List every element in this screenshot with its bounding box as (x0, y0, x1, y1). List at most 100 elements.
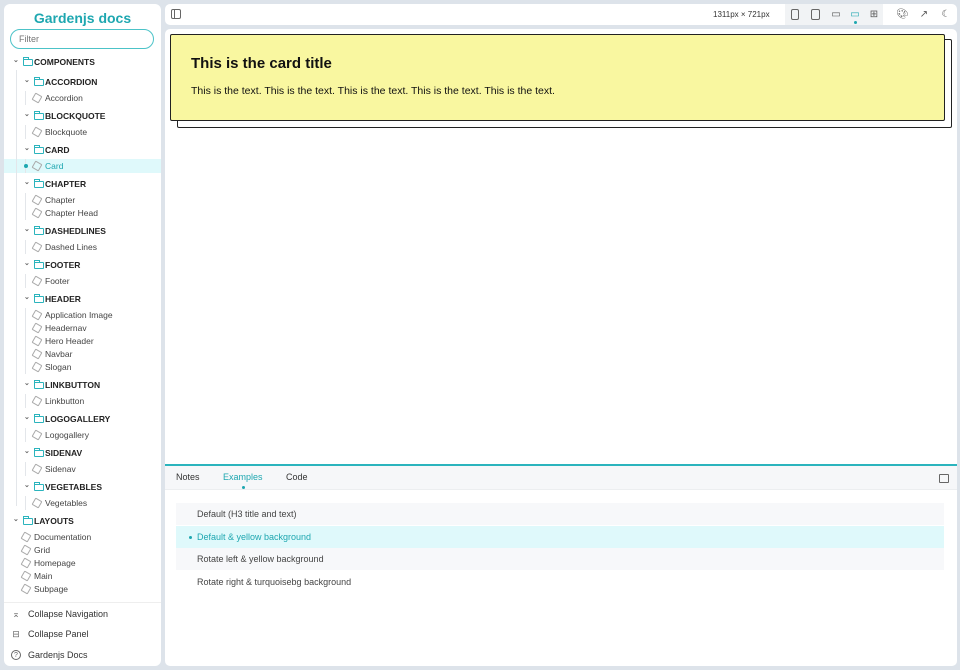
chevron-down-icon[interactable]: ⌄ (13, 515, 19, 523)
nav-folder[interactable]: ⌄ LOGOGALLERY (4, 412, 161, 426)
nav-item[interactable]: Slogan (4, 360, 161, 374)
nav-item[interactable]: Main (4, 569, 161, 583)
nav-label: Vegetables (45, 498, 88, 508)
folder-icon (23, 57, 33, 66)
app-title[interactable]: Gardenjs docs (4, 10, 161, 26)
nav-folder[interactable]: ⌄ HEADER (4, 292, 161, 306)
tab-examples[interactable]: Examples (223, 472, 263, 489)
component-icon (31, 395, 43, 407)
nav-label: Documentation (34, 532, 92, 542)
laptop-viewport-icon[interactable]: ▭ (830, 9, 842, 20)
tablet-viewport-icon[interactable] (811, 9, 820, 20)
full-viewport-icon[interactable]: ⊞ (868, 9, 880, 20)
nav-folder[interactable]: ⌄ BLOCKQUOTE (4, 109, 161, 123)
chevron-down-icon[interactable]: ⌄ (24, 76, 30, 84)
tree-guide (25, 334, 26, 348)
chevron-down-icon[interactable]: ⌄ (24, 293, 30, 301)
nav-folder[interactable]: ⌄ ACCORDION (4, 75, 161, 89)
tree-guide (25, 206, 26, 220)
nav-item[interactable]: Application Image (4, 308, 161, 322)
desktop-viewport-icon[interactable]: ▭ (849, 9, 861, 20)
nav-item[interactable]: Subpage (4, 582, 161, 596)
chevron-down-icon[interactable]: ⌄ (24, 178, 30, 186)
nav-item[interactable]: Vegetables (4, 496, 161, 510)
nav-item[interactable]: Chapter (4, 193, 161, 207)
dark-mode-icon[interactable]: ☾ (940, 9, 952, 20)
chevron-down-icon[interactable]: ⌄ (24, 144, 30, 152)
nav-item[interactable]: Documentation (4, 530, 161, 544)
nav-item[interactable]: Linkbutton (4, 394, 161, 408)
component-icon (31, 92, 43, 104)
theme-palette-icon[interactable]: 🎨︎ (896, 9, 909, 20)
component-icon (31, 241, 43, 253)
tab-notes[interactable]: Notes (176, 472, 200, 482)
tab-code[interactable]: Code (286, 472, 308, 482)
nav-item[interactable]: Logogallery (4, 428, 161, 442)
component-icon (31, 207, 43, 219)
chevron-down-icon[interactable]: ⌄ (24, 447, 30, 455)
folder-icon (34, 380, 44, 389)
chevron-down-icon[interactable]: ⌄ (24, 259, 30, 267)
help-icon: ? (11, 650, 21, 660)
example-item[interactable]: Default (H3 title and text) (176, 503, 944, 525)
collapse-navigation-button[interactable]: ⌅ Collapse Navigation (4, 606, 161, 622)
nav-label: CHAPTER (45, 179, 87, 189)
nav-folder[interactable]: ⌄ SIDENAV (4, 446, 161, 460)
nav-folder[interactable]: ⌄ VEGETABLES (4, 480, 161, 494)
nav-folder[interactable]: ⌄ CHAPTER (4, 177, 161, 191)
nav-folder[interactable]: ⌄ FOOTER (4, 258, 161, 272)
nav-label: BLOCKQUOTE (45, 111, 106, 121)
panel-layout-icon[interactable] (939, 474, 949, 483)
chevron-down-icon[interactable]: ⌄ (24, 481, 30, 489)
example-item[interactable]: Rotate right & turquoisebg background (176, 571, 944, 593)
chevron-down-icon[interactable]: ⌄ (24, 413, 30, 421)
nav-item[interactable]: Dashed Lines (4, 240, 161, 254)
toggle-sidebar-icon[interactable] (171, 9, 181, 19)
folder-icon (34, 226, 44, 235)
nav-item[interactable]: Footer (4, 274, 161, 288)
filter-input[interactable] (10, 29, 154, 49)
mobile-viewport-icon[interactable] (791, 9, 799, 20)
collapse-navigation-label: Collapse Navigation (28, 609, 109, 619)
folder-icon (23, 516, 33, 525)
nav-item[interactable]: Hero Header (4, 334, 161, 348)
tree-guide (25, 462, 26, 476)
nav-item[interactable]: Grid (4, 543, 161, 557)
component-icon (20, 531, 32, 543)
nav-item[interactable]: Blockquote (4, 125, 161, 139)
tree-guide (25, 193, 26, 207)
panel-tabs: Notes Examples Code (165, 466, 957, 490)
collapse-panel-button[interactable]: ⊟ Collapse Panel (4, 626, 161, 642)
nav-folder[interactable]: ⌄ CARD (4, 143, 161, 157)
collapse-panel-icon: ⊟ (12, 628, 20, 639)
nav-item[interactable]: Card (4, 159, 161, 173)
viewport-switcher: ▭ ▭ ⊞ (785, 4, 883, 25)
nav-item[interactable]: Navbar (4, 347, 161, 361)
component-icon (31, 348, 43, 360)
folder-icon (34, 448, 44, 457)
chevron-down-icon[interactable]: ⌄ (24, 110, 30, 118)
chevron-down-icon[interactable]: ⌄ (24, 379, 30, 387)
nav-item[interactable]: Accordion (4, 91, 161, 105)
example-item[interactable]: Rotate left & yellow background (176, 548, 944, 570)
nav-item[interactable]: Headernav (4, 321, 161, 335)
toolbar: 1311px × 721px ▭ ▭ ⊞ 🎨︎ ↗ ☾ (165, 4, 957, 25)
nav-label: Footer (45, 276, 70, 286)
nav-folder[interactable]: ⌄ LINKBUTTON (4, 378, 161, 392)
chevron-down-icon[interactable]: ⌄ (24, 225, 30, 233)
nav-folder[interactable]: ⌄ DASHEDLINES (4, 224, 161, 238)
nav-folder[interactable]: ⌄ LAYOUTS (4, 514, 161, 528)
tree-guide (25, 308, 26, 322)
nav-folder[interactable]: ⌄ COMPONENTS (4, 55, 161, 69)
gardenjs-docs-link[interactable]: ? Gardenjs Docs (4, 647, 161, 663)
nav-item[interactable]: Chapter Head (4, 206, 161, 220)
nav-item[interactable]: Homepage (4, 556, 161, 570)
nav-item[interactable]: Sidenav (4, 462, 161, 476)
nav-label: Blockquote (45, 127, 88, 137)
open-new-tab-icon[interactable]: ↗ (918, 9, 930, 20)
component-icon (31, 160, 43, 172)
example-item-selected[interactable]: Default & yellow background (176, 526, 944, 548)
chevron-down-icon[interactable]: ⌄ (13, 56, 19, 64)
folder-icon (34, 482, 44, 491)
tree-guide (25, 360, 26, 374)
